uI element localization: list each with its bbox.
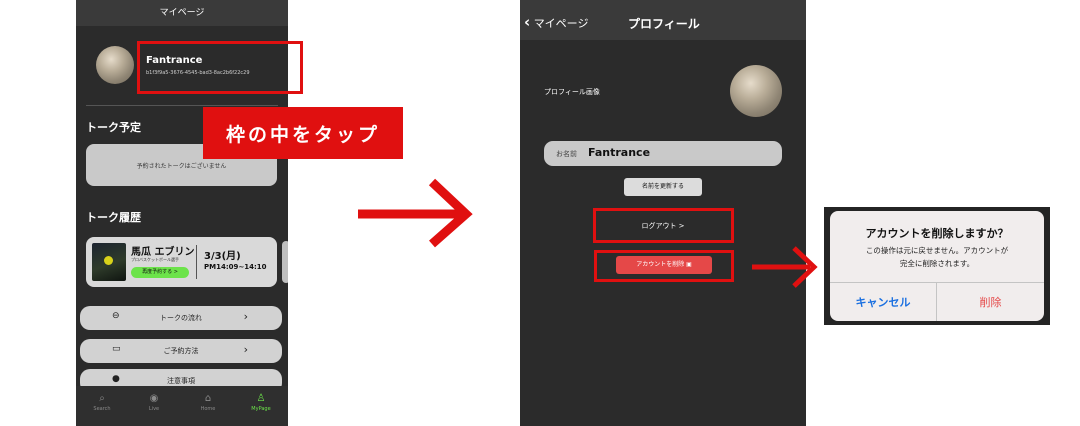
basketball-icon [104,256,113,265]
home-icon: ⌂ [204,393,212,404]
menu-item-label: トークの流れ [160,314,202,322]
tab-mypage[interactable]: ♙ MyPage [241,392,281,412]
profile-image[interactable] [730,65,782,117]
history-card[interactable]: 馬瓜 エブリン プロバスケットボール選手 再度予約する > 3/3(月) PM1… [86,237,277,287]
dialog-message-line2: 完全に削除されます。 [899,259,975,268]
tab-live[interactable]: ◉ Live [134,392,174,412]
update-name-button[interactable]: 名前を更新する [624,178,702,196]
dialog-divider [830,282,1044,283]
history-separator [196,245,197,279]
rebook-button[interactable]: 再度予約する > [131,267,189,278]
back-button[interactable]: ‹ マイページ [524,13,588,31]
confirm-delete-dialog-frame: アカウントを削除しますか？ この操作は元に戻せません。アカウントが 完全に削除さ… [824,207,1050,325]
history-date: 3/3(月) [204,251,241,262]
talk-schedule-title: トーク予定 [86,121,141,134]
menu-item-label: ご予約方法 [163,347,199,355]
tap-callout: 枠の中をタップ [203,107,403,159]
tap-callout-text: 枠の中をタップ [225,124,380,146]
athlete-name: 馬瓜 エブリン [131,247,195,258]
search-icon: ⌕ [99,393,105,404]
profile-image-label: プロフィール画像 [544,88,600,96]
header-title: マイページ [76,0,288,26]
chevron-right-icon: › [243,310,248,323]
chevron-right-icon: › [243,343,248,356]
talk-schedule-empty-text: 予約されたトークはございません [136,163,227,170]
arrow-right-icon [752,246,818,288]
dialog-delete-button[interactable]: 削除 [937,294,1044,310]
menu-item-booking-method[interactable]: ▭ ご予約方法 › [80,339,282,363]
tab-bar: ⌕ Search ◉ Live ⌂ Home ♙ MyPage [76,386,288,426]
page-title: プロフィール [628,17,700,31]
avatar[interactable] [96,46,134,84]
back-label: マイページ [533,17,589,30]
athlete-subtitle: プロバスケットボール選手 [131,257,179,262]
dialog-cancel-button[interactable]: キャンセル [830,294,936,310]
arrow-right-icon [358,178,473,248]
dialog-message-line1: この操作は元に戻せません。アカウントが [865,246,1009,255]
athlete-photo [92,243,126,281]
person-icon: ♙ [256,393,266,404]
confirm-delete-dialog: アカウントを削除しますか？ この操作は元に戻せません。アカウントが 完全に削除さ… [830,211,1044,321]
name-field-value[interactable]: Fantrance [588,146,650,159]
name-field[interactable]: お名前 Fantrance [544,141,782,166]
history-time: PM14:09~14:10 [204,263,267,271]
highlight-box-profile [137,41,303,94]
talk-history-title: トーク履歴 [86,211,141,224]
next-card-peek[interactable] [282,241,288,283]
menu-item-label: 注意事項 [167,377,195,385]
tab-home[interactable]: ⌂ Home [188,392,228,412]
chevron-left-icon: ‹ [524,13,531,31]
tab-search[interactable]: ⌕ Search [82,392,122,412]
highlight-box-logout [593,208,734,243]
name-field-label: お名前 [556,150,577,158]
highlight-box-delete [594,250,734,282]
menu-item-talk-flow[interactable]: ⊖ トークの流れ › [80,306,282,330]
play-icon: ◉ [149,393,159,404]
dialog-title: アカウントを削除しますか？ [865,227,1009,240]
divider [86,105,278,106]
